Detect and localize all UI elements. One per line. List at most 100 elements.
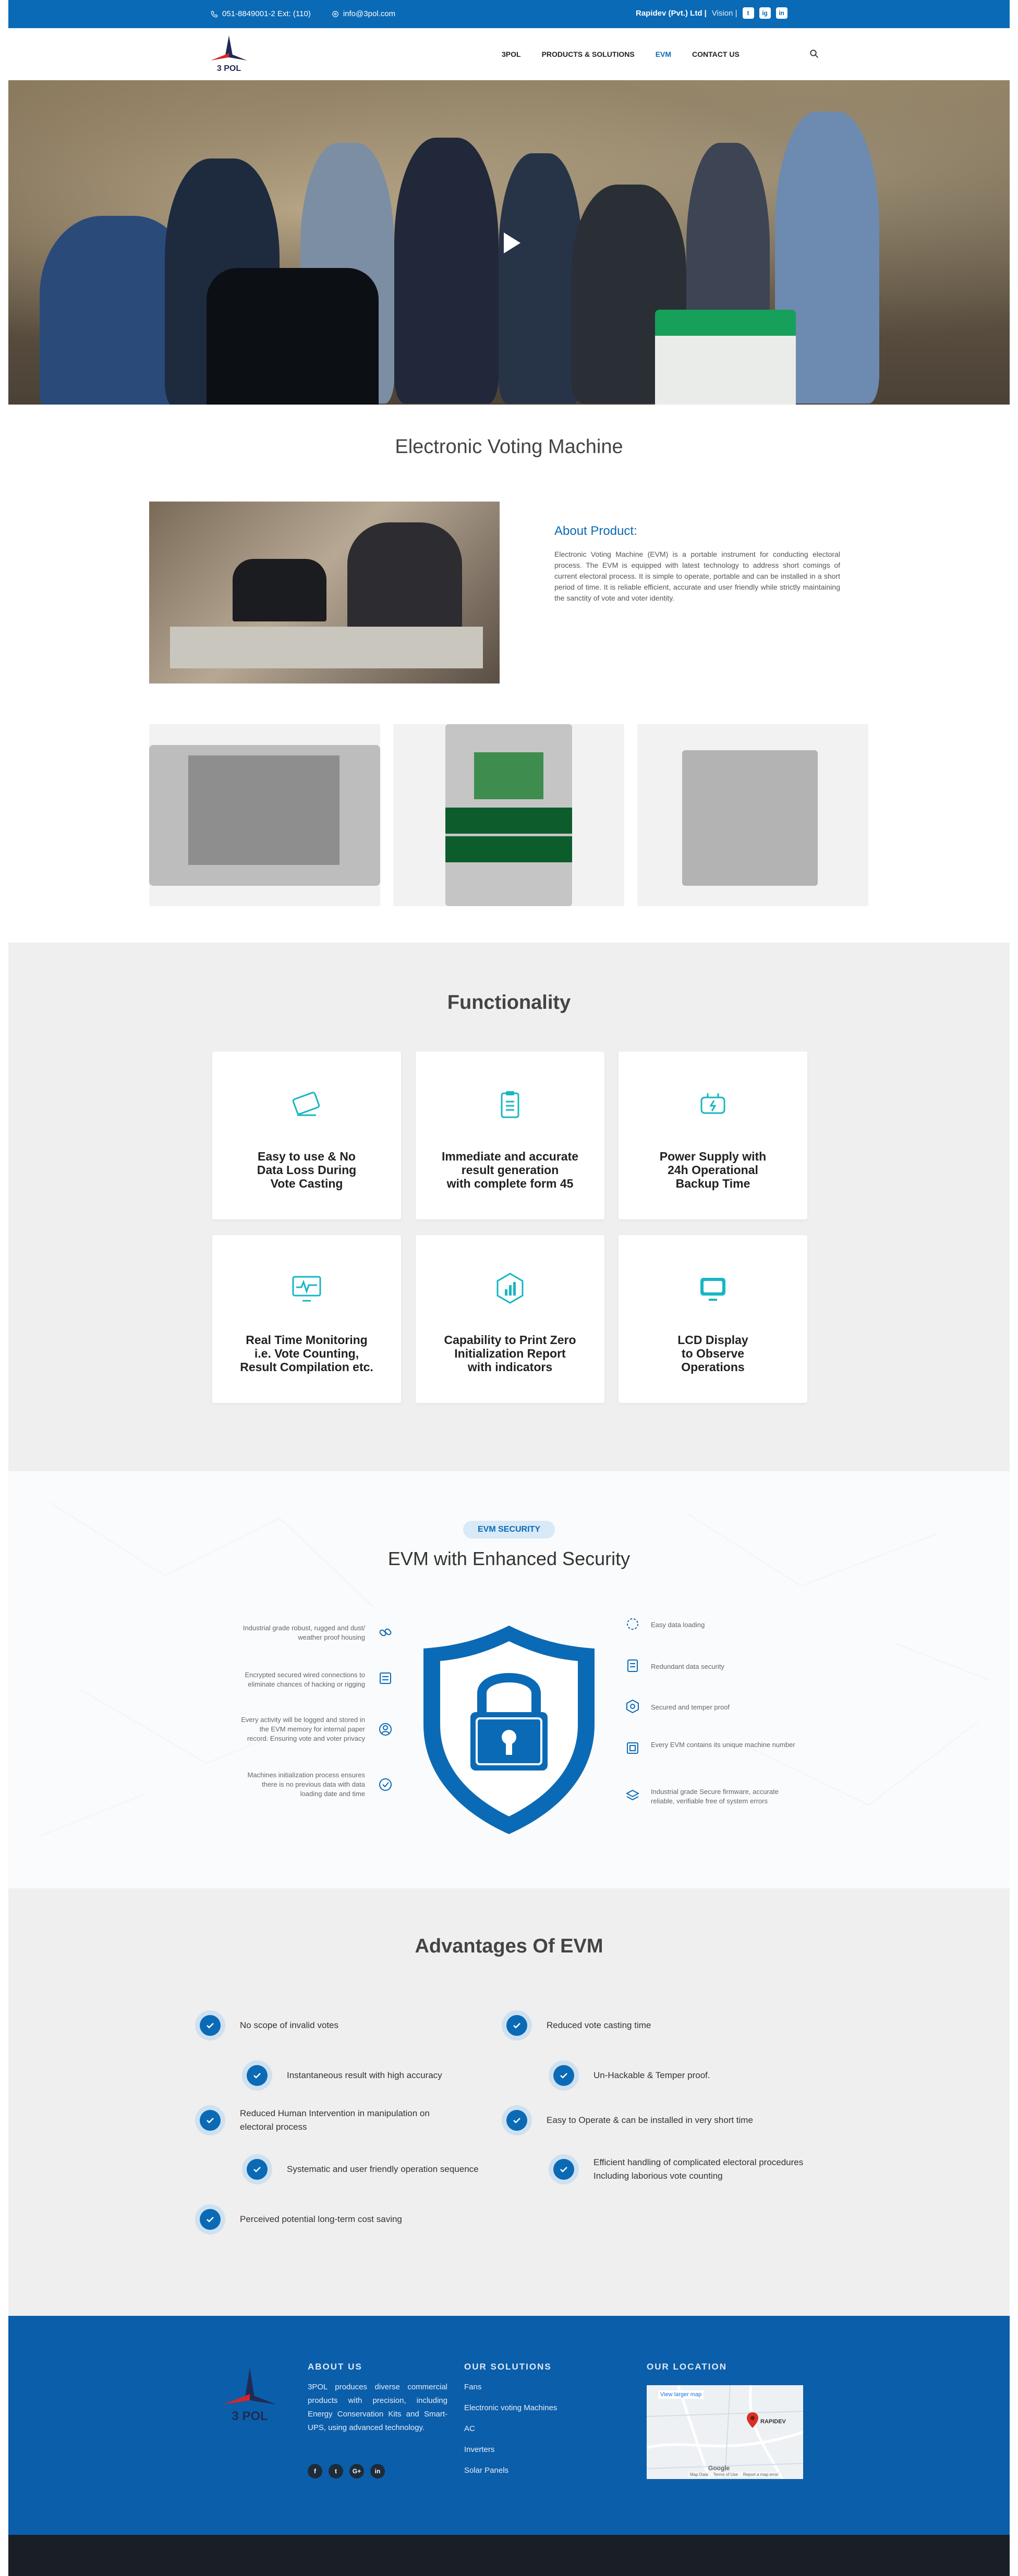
feature-card: Real Time Monitoring i.e. Vote Counting,… — [212, 1235, 401, 1403]
search-icon[interactable] — [809, 49, 819, 58]
footer-logo[interactable]: 3 POL — [216, 2367, 284, 2424]
phone-contact[interactable]: 051-8849001-2 Ext: (110) — [211, 9, 311, 18]
chart-hexagon-icon — [496, 1273, 524, 1304]
nav-item-contact[interactable]: CONTACT US — [692, 50, 740, 58]
hero-figure — [499, 153, 582, 404]
security-feature-right: Secured and temper proof — [651, 1703, 730, 1711]
map-pin-icon — [747, 2412, 758, 2428]
advantage-text: Easy to Operate & can be installed in ve… — [547, 2115, 753, 2125]
linkedin-icon[interactable]: in — [775, 7, 787, 19]
email-icon — [332, 10, 338, 17]
advantage-text: Systematic and user friendly operation s… — [287, 2164, 479, 2174]
company-link[interactable]: Rapidev (Pvt.) Ltd | — [636, 9, 707, 18]
google-plus-icon[interactable]: G+ — [349, 2464, 364, 2479]
security-title: EVM with Enhanced Security — [387, 1548, 631, 1569]
security-feature-right: Every EVM contains its unique machine nu… — [651, 1741, 795, 1749]
product-image-control-unit — [393, 724, 624, 906]
map-link[interactable]: View larger map — [658, 2390, 704, 2399]
footer-link-evm[interactable]: Electronic voting Machines — [464, 2403, 557, 2424]
feature-card: Power Supply with 24h Operational Backup… — [619, 1052, 807, 1219]
tablet-icon — [292, 1092, 320, 1116]
map-pin-label: RAPIDEV — [760, 2419, 786, 2425]
feature-label: Easy to use & No Data Loss During Vote C… — [257, 1150, 357, 1190]
footer-social: f t G+ in — [308, 2464, 385, 2479]
advantage-item: Easy to Operate & can be installed in ve… — [502, 2105, 753, 2135]
security-feature-left: Industrial grade robust, rugged and dust… — [243, 1624, 365, 1641]
advantage-item: Instantaneous result with high accuracy — [242, 2060, 442, 2091]
lcd-icon — [700, 1278, 725, 1301]
check-icon — [195, 2105, 225, 2135]
hero-figure — [394, 138, 499, 404]
check-icon — [195, 2204, 225, 2235]
advantage-item: Reduced vote casting time — [502, 2010, 651, 2041]
security-feature-right: Industrial grade Secure firmware, accura… — [651, 1788, 779, 1805]
hero-video[interactable] — [8, 80, 1010, 405]
check-icon — [549, 2154, 579, 2184]
advantages-title: Advantages Of EVM — [415, 1935, 603, 1957]
top-bar: 051-8849001-2 Ext: (110) info@3pol.com R… — [8, 0, 1010, 28]
secured-hexagon-icon — [626, 1699, 639, 1714]
footer-link-ac[interactable]: AC — [464, 2424, 557, 2445]
nav-item-products[interactable]: PRODUCTS & SOLUTIONS — [542, 50, 635, 58]
map-data-link[interactable]: Map Data — [690, 2472, 708, 2477]
footer-logo-text: 3 POL — [232, 2409, 268, 2423]
advantage-text: Perceived potential long-term cost savin… — [240, 2214, 402, 2224]
footer-link-solar-panels[interactable]: Solar Panels — [464, 2466, 557, 2487]
feature-card: Immediate and accurate result generation… — [416, 1052, 604, 1219]
logo[interactable]: 3 POL — [205, 34, 252, 74]
feature-card: Easy to use & No Data Loss During Vote C… — [212, 1052, 401, 1219]
advantage-text: Un-Hackable & Temper proof. — [593, 2070, 710, 2080]
footer-solutions-list: Fans Electronic voting Machines AC Inver… — [464, 2383, 557, 2487]
linkedin-icon[interactable]: in — [370, 2464, 385, 2479]
facebook-icon[interactable]: f — [308, 2464, 322, 2479]
data-security-icon — [627, 1659, 638, 1672]
page-title: Electronic Voting Machine — [395, 436, 623, 458]
phone-number: 051-8849001-2 Ext: (110) — [222, 9, 311, 18]
main-nav: 3 POL 3POL PRODUCTS & SOLUTIONS EVM CONT… — [8, 28, 1010, 80]
twitter-icon[interactable]: t — [742, 7, 754, 19]
advantage-item: Reduced Human Intervention in manipulati… — [195, 2105, 459, 2135]
feature-label: Capability to Print Zero Initialization … — [444, 1333, 576, 1374]
map-report-link[interactable]: Report a map error — [743, 2472, 779, 2477]
footer-location-title: OUR LOCATION — [647, 2362, 728, 2372]
nav-item-3pol[interactable]: 3POL — [502, 50, 521, 58]
advantage-text: Reduced Human Intervention in manipulati… — [240, 2108, 430, 2132]
feature-label: Power Supply with 24h Operational Backup… — [659, 1150, 767, 1190]
email-contact[interactable]: info@3pol.com — [332, 9, 395, 18]
advantage-text: No scope of invalid votes — [240, 2020, 338, 2030]
twitter-icon[interactable]: t — [329, 2464, 343, 2479]
play-icon[interactable] — [493, 226, 527, 260]
instagram-icon[interactable]: ig — [759, 7, 771, 19]
firmware-icon — [625, 1789, 640, 1801]
advantage-item: No scope of invalid votes — [195, 2010, 338, 2041]
loading-icon — [627, 1618, 638, 1630]
logo-text: 3 POL — [217, 64, 241, 73]
footer-link-inverters[interactable]: Inverters — [464, 2445, 557, 2466]
about-product-image — [149, 502, 500, 683]
footer-about-title: ABOUT US — [308, 2362, 362, 2372]
check-circle-icon — [379, 1778, 392, 1791]
shield-lock-icon — [423, 1626, 595, 1834]
check-icon — [242, 2060, 272, 2091]
feature-label: LCD Display to Observe Operations — [677, 1333, 748, 1374]
feature-card: Capability to Print Zero Initialization … — [416, 1235, 604, 1403]
footer-solutions-title: OUR SOLUTIONS — [464, 2362, 552, 2372]
ballot-box — [655, 310, 796, 405]
footer-about-text: 3POL produces diverse commercial product… — [308, 2383, 447, 2432]
privacy-user-icon — [379, 1723, 392, 1736]
advantage-item: Efficient handling of complicated electo… — [549, 2154, 823, 2184]
google-logo: Google — [708, 2464, 730, 2472]
security-feature-left: Encrypted secured wired connections to e… — [245, 1671, 365, 1688]
nav-item-evm[interactable]: EVM — [656, 50, 671, 58]
product-image-ballot-unit — [149, 724, 380, 906]
footer-link-fans[interactable]: Fans — [464, 2383, 557, 2403]
check-icon — [195, 2010, 225, 2041]
vision-link[interactable]: Vision | — [712, 9, 737, 18]
clipboard-icon — [501, 1091, 519, 1118]
about-product-title: About Product: — [554, 524, 637, 538]
location-map[interactable]: View larger map RAPIDEV Google Map Data … — [647, 2385, 803, 2479]
check-icon — [502, 2105, 532, 2135]
feature-card: LCD Display to Observe Operations — [619, 1235, 807, 1403]
security-badge: EVM SECURITY — [463, 1521, 555, 1539]
map-terms-link[interactable]: Terms of Use — [713, 2472, 738, 2477]
